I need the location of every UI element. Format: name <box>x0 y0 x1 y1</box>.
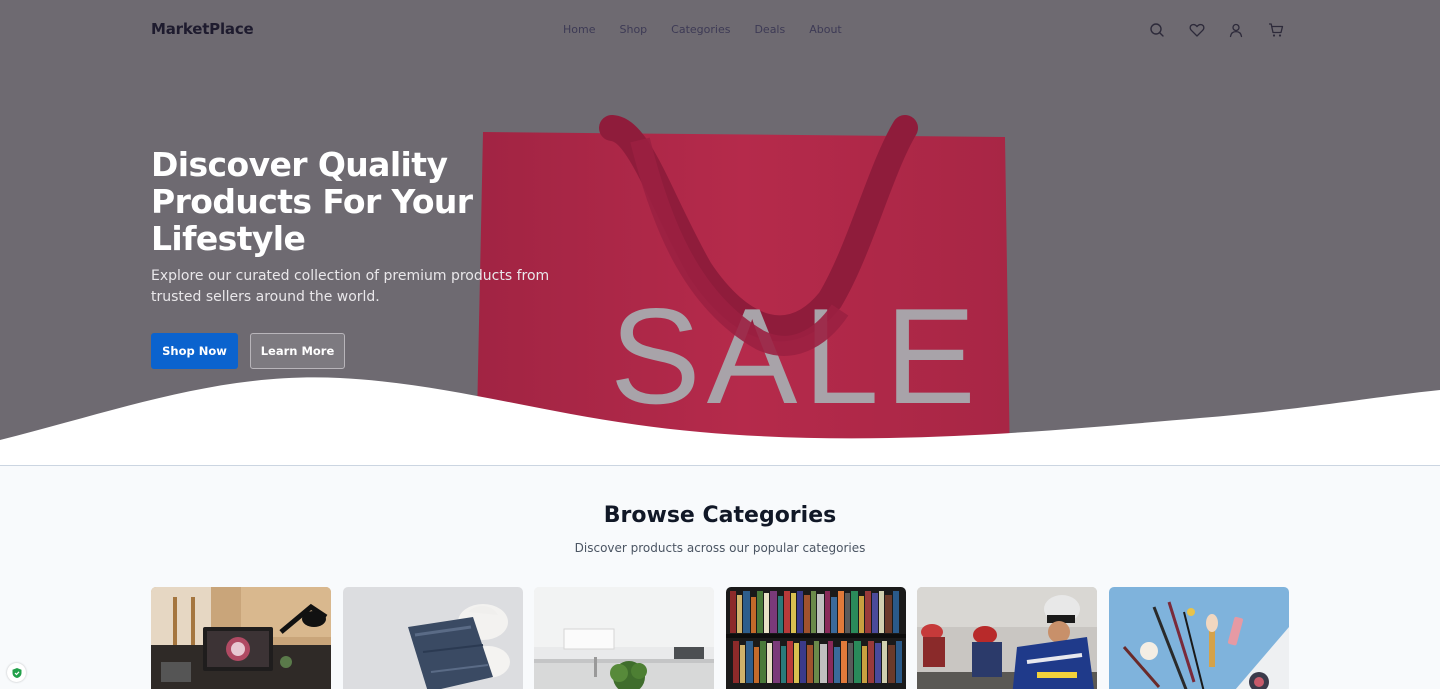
search-icon[interactable] <box>1148 21 1166 39</box>
sale-text: SALE <box>610 280 982 432</box>
user-icon[interactable] <box>1227 21 1245 39</box>
category-card-electronics[interactable] <box>151 587 331 689</box>
shop-now-button[interactable]: Shop Now <box>151 333 238 369</box>
learn-more-button[interactable]: Learn More <box>250 333 345 369</box>
nav-link-categories[interactable]: Categories <box>671 23 730 36</box>
hero-title: Discover Quality Products For Your Lifes… <box>151 145 473 258</box>
makeup-brushes-photo <box>1108 587 1289 689</box>
nav-links: Home Shop Categories Deals About <box>563 23 866 36</box>
top-navigation: MarketPlace Home Shop Categories Deals A… <box>0 0 1440 62</box>
category-card-clothing[interactable] <box>342 587 523 689</box>
site-logo[interactable]: MarketPlace <box>151 20 254 38</box>
clothing-fabric-photo <box>342 587 523 689</box>
cyclists-photo <box>917 587 1097 689</box>
nav-link-home[interactable]: Home <box>563 23 595 36</box>
category-card-books[interactable] <box>725 587 906 689</box>
categories-title: Browse Categories <box>603 503 837 528</box>
categories-subtitle: Discover products across our popular cat… <box>574 541 866 555</box>
nav-link-about[interactable]: About <box>809 23 842 36</box>
electronics-desk-photo <box>151 587 331 689</box>
security-shield-icon[interactable] <box>7 663 26 682</box>
category-card-home[interactable] <box>534 587 714 689</box>
bookshelf-photo <box>725 587 906 689</box>
heart-icon[interactable] <box>1188 21 1206 39</box>
nav-link-shop[interactable]: Shop <box>619 23 647 36</box>
category-cards <box>151 587 1300 689</box>
cart-icon[interactable] <box>1267 21 1285 39</box>
hero-subtitle: Explore our curated collection of premiu… <box>151 268 550 305</box>
nav-icons <box>1148 21 1306 39</box>
hero-section: SALE MarketPlace Home Shop Categories De… <box>0 0 1440 466</box>
home-kitchen-photo <box>534 587 714 689</box>
category-card-sports[interactable] <box>917 587 1097 689</box>
nav-link-deals[interactable]: Deals <box>754 23 785 36</box>
category-card-beauty[interactable] <box>1108 587 1289 689</box>
